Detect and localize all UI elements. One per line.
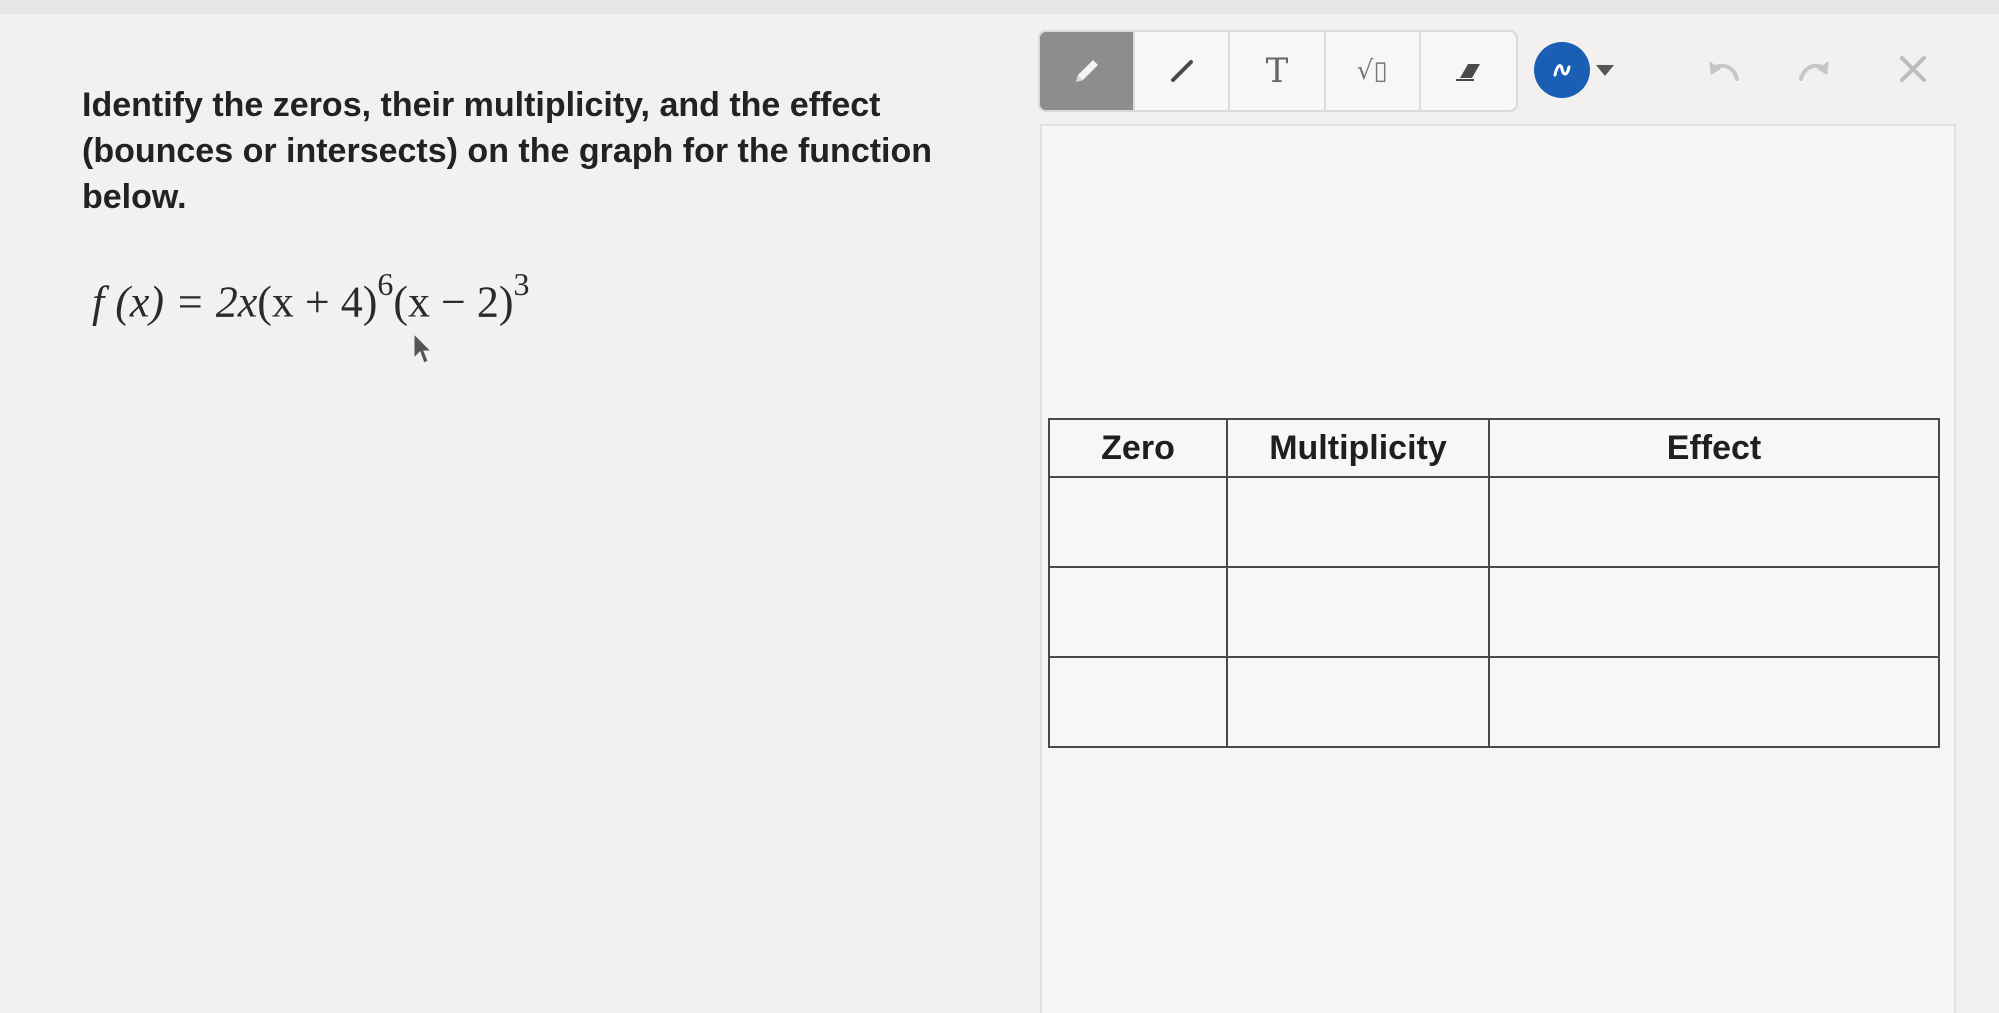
effect-cell[interactable] bbox=[1488, 476, 1940, 568]
color-swatch[interactable] bbox=[1534, 42, 1590, 98]
mouse-cursor-icon bbox=[413, 332, 432, 364]
undo-button[interactable] bbox=[1698, 44, 1748, 94]
redo-icon bbox=[1799, 61, 1829, 81]
undo-icon bbox=[1709, 61, 1739, 81]
function-equation: f (x) = 2x(x + 4)6(x − 2)3 bbox=[92, 266, 530, 328]
pencil-icon bbox=[1075, 60, 1098, 82]
text-icon: T bbox=[1265, 51, 1289, 91]
close-button[interactable] bbox=[1888, 44, 1938, 94]
table-row bbox=[1048, 656, 1940, 748]
header-zero: Zero bbox=[1048, 418, 1228, 478]
top-strip bbox=[0, 0, 1999, 14]
sqrt-icon: √▯ bbox=[1356, 56, 1388, 86]
drawing-toolbar: T √▯ bbox=[1038, 30, 1518, 112]
equation-factor1: (x + 4) bbox=[257, 277, 378, 327]
header-effect: Effect bbox=[1488, 418, 1940, 478]
multiplicity-cell[interactable] bbox=[1226, 566, 1490, 658]
question-prompt: Identify the zeros, their multiplicity, … bbox=[82, 86, 933, 216]
eraser-tool-button[interactable] bbox=[1421, 32, 1516, 110]
equation-exp2: 3 bbox=[513, 266, 530, 302]
text-tool-button[interactable]: T bbox=[1230, 32, 1326, 110]
eraser-icon bbox=[1456, 64, 1481, 81]
close-icon bbox=[1900, 56, 1926, 82]
equation-exp1: 6 bbox=[377, 266, 394, 302]
color-picker[interactable] bbox=[1534, 40, 1614, 100]
zero-cell[interactable] bbox=[1048, 566, 1228, 658]
zero-cell[interactable] bbox=[1048, 476, 1228, 568]
chevron-down-icon[interactable] bbox=[1596, 64, 1614, 76]
effect-cell[interactable] bbox=[1488, 656, 1940, 748]
line-tool-button[interactable] bbox=[1135, 32, 1231, 110]
multiplicity-cell[interactable] bbox=[1226, 656, 1490, 748]
line-icon bbox=[1170, 60, 1193, 82]
header-multiplicity: Multiplicity bbox=[1226, 418, 1490, 478]
table-row bbox=[1048, 476, 1940, 568]
equation-lhs: f (x) = bbox=[92, 277, 216, 327]
redo-button[interactable] bbox=[1790, 44, 1840, 94]
zero-cell[interactable] bbox=[1048, 656, 1228, 748]
squiggle-icon bbox=[1553, 64, 1571, 77]
pencil-tool-button[interactable] bbox=[1040, 32, 1136, 110]
equation-coef: 2x bbox=[215, 277, 258, 327]
equation-factor2: (x − 2) bbox=[393, 277, 514, 327]
table-row bbox=[1048, 566, 1940, 658]
effect-cell[interactable] bbox=[1488, 566, 1940, 658]
answer-table: Zero Multiplicity Effect bbox=[1048, 418, 1940, 748]
table-header-row: Zero Multiplicity Effect bbox=[1048, 418, 1940, 478]
math-tool-button[interactable]: √▯ bbox=[1326, 32, 1421, 110]
multiplicity-cell[interactable] bbox=[1226, 476, 1490, 568]
